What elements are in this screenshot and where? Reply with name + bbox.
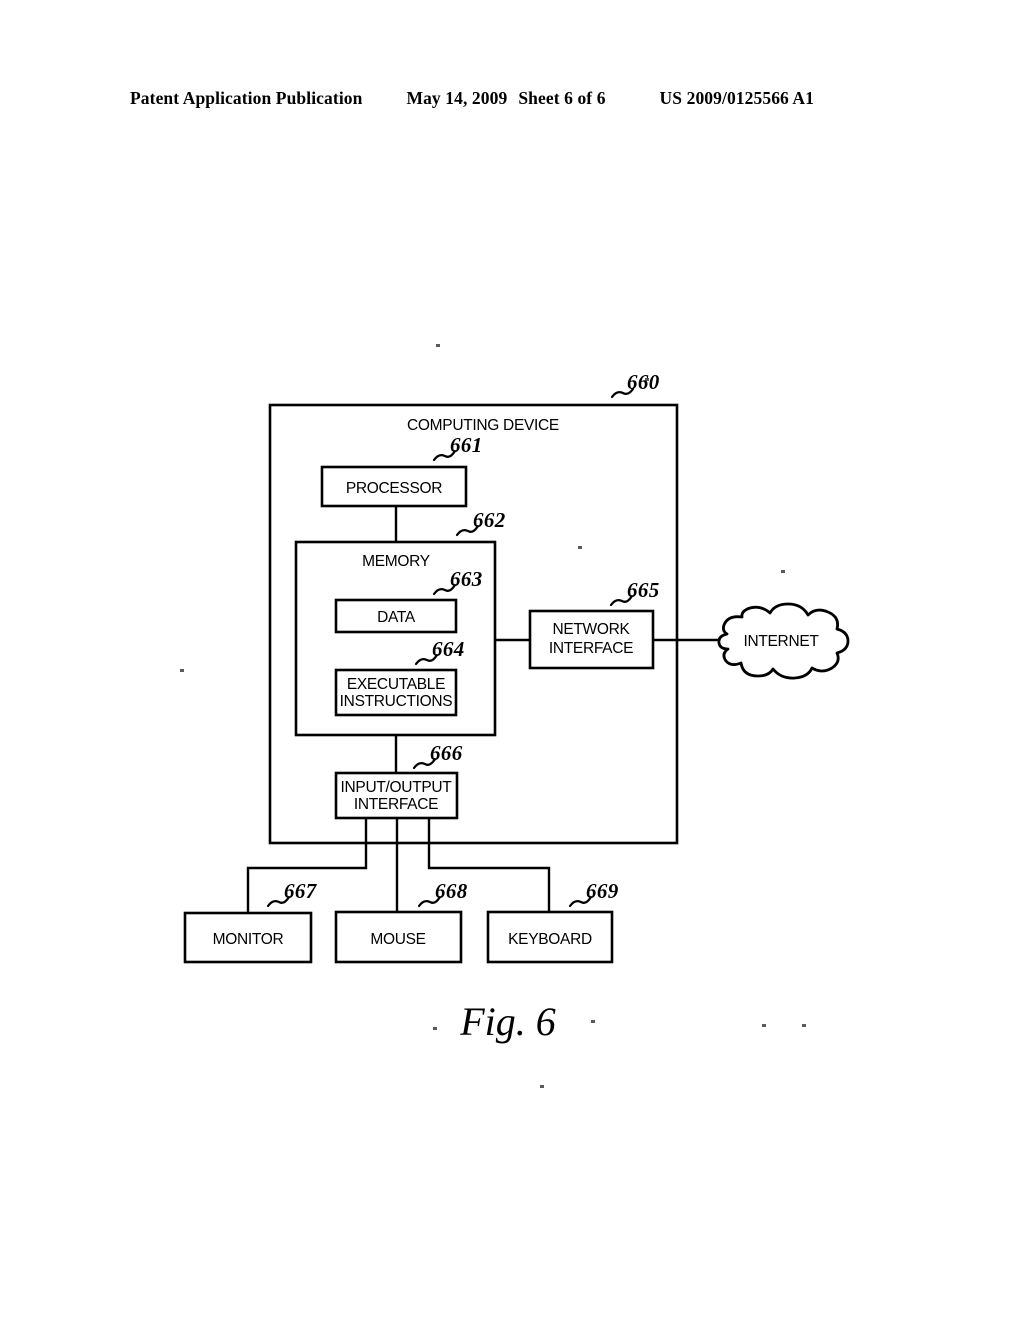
ref-number-669: 669 — [586, 879, 619, 903]
ref-number-666: 666 — [430, 741, 463, 765]
data-label: DATA — [377, 609, 416, 626]
ref-number-665: 665 — [627, 578, 660, 602]
patent-drawing-page: Patent Application Publication May 14, 2… — [0, 0, 1024, 1320]
executable-instructions-label-line2: INSTRUCTIONS — [340, 693, 453, 710]
computing-device-block-diagram: COMPUTING DEVICE 660 PROCESSOR 661 MEMOR… — [180, 344, 850, 1088]
scan-speck — [180, 669, 184, 672]
ref-number-668: 668 — [435, 879, 468, 903]
memory-label: MEMORY — [362, 553, 430, 570]
processor-label: PROCESSOR — [346, 480, 442, 497]
figure-caption: Fig. 6 — [459, 999, 556, 1044]
scan-speck — [433, 1027, 437, 1030]
monitor-label: MONITOR — [213, 931, 284, 948]
network-interface-label-line1: NETWORK — [552, 621, 630, 638]
scan-speck — [781, 570, 785, 573]
scan-speck — [762, 1024, 766, 1027]
network-interface-label-line2: INTERFACE — [549, 640, 633, 657]
computing-device-label: COMPUTING DEVICE — [407, 417, 559, 434]
scan-speck — [802, 1024, 806, 1027]
io-interface-label-line2: INTERFACE — [354, 796, 438, 813]
ref-number-662: 662 — [473, 508, 506, 532]
keyboard-label: KEYBOARD — [508, 931, 592, 948]
internet-label: INTERNET — [743, 633, 819, 650]
ref-number-663: 663 — [450, 567, 483, 591]
executable-instructions-label-line1: EXECUTABLE — [347, 676, 445, 693]
ref-number-667: 667 — [284, 879, 318, 903]
scan-speck — [436, 344, 440, 347]
scan-speck — [591, 1020, 595, 1023]
ref-number-660: 660 — [627, 370, 660, 394]
io-interface-label-line1: INPUT/OUTPUT — [341, 779, 453, 796]
ref-number-661: 661 — [450, 433, 483, 457]
scan-speck — [578, 546, 582, 549]
figure-6: COMPUTING DEVICE 660 PROCESSOR 661 MEMOR… — [0, 0, 1024, 1320]
ref-number-664: 664 — [432, 637, 465, 661]
scan-speck — [540, 1085, 544, 1088]
mouse-label: MOUSE — [370, 931, 425, 948]
